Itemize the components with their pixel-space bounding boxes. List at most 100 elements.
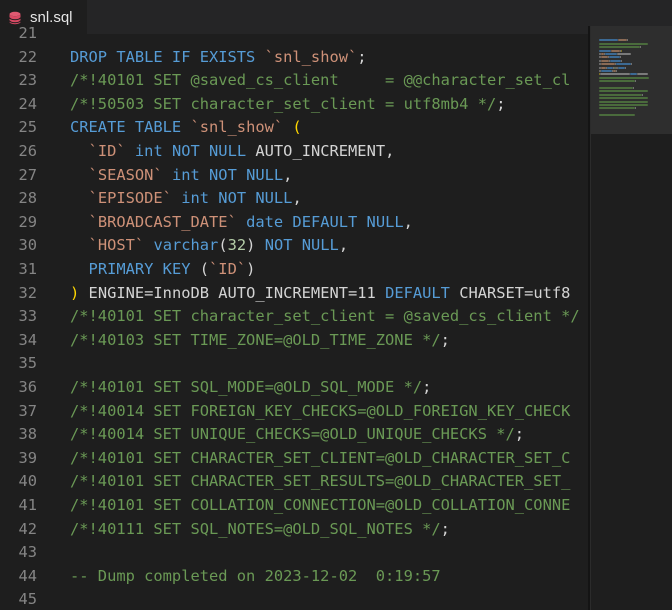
code-line[interactable]: 29 `BROADCAST_DATE` date DEFAULT NULL, <box>0 211 588 235</box>
code-line[interactable]: 38 /*!40014 SET UNIQUE_CHECKS=@OLD_UNIQUE… <box>0 423 588 447</box>
minimap-token <box>642 93 644 96</box>
line-number: 45 <box>18 590 37 609</box>
code-line[interactable]: 27 `SEASON` int NOT NULL, <box>0 164 588 188</box>
code-line[interactable]: 37 /*!40014 SET FOREIGN_KEY_CHECKS=@OLD_F… <box>0 400 588 424</box>
code-token: `ID` <box>209 260 247 278</box>
line-number: 22 <box>18 47 37 66</box>
code-token: int NOT NULL <box>134 142 256 160</box>
code-text: /*!40101 SET CHARACTER_SET_RESULTS=@OLD_… <box>70 470 570 494</box>
code-line[interactable]: 36 /*!40101 SET SQL_MODE=@OLD_SQL_MODE */… <box>0 376 588 400</box>
code-line[interactable]: 40 /*!40101 SET CHARACTER_SET_RESULTS=@OL… <box>0 470 588 494</box>
code-token: ; <box>440 330 450 349</box>
code-token: int NOT NULL <box>171 165 284 184</box>
code-token: ) <box>246 236 265 255</box>
code-line[interactable]: 26 `ID` int NOT NULL AUTO_INCREMENT, <box>0 140 588 164</box>
code-token: ) <box>70 283 80 302</box>
code-token: ( <box>292 118 302 137</box>
code-line[interactable]: 22 DROP TABLE IF EXISTS `snl_show`; <box>0 46 588 70</box>
code-text: /*!40101 SET @saved_cs_client = @@charac… <box>70 69 570 93</box>
line-number: 38 <box>18 425 37 444</box>
code-line[interactable]: 42 /*!40111 SET SQL_NOTES=@OLD_SQL_NOTES … <box>0 518 588 542</box>
code-token: ( <box>199 260 210 278</box>
line-number: 31 <box>18 260 37 278</box>
code-token: /*!40101 SET CHARACTER_SET_RESULTS=@OLD_… <box>70 472 571 491</box>
minimap-token <box>599 49 611 52</box>
code-line[interactable]: 31 PRIMARY KEY (`ID`) <box>0 258 588 282</box>
code-text: /*!40103 SET TIME_ZONE=@OLD_TIME_ZONE */… <box>70 329 450 353</box>
line-number: 28 <box>18 189 37 208</box>
code-token: `SEASON` <box>88 165 163 184</box>
code-token: /*!50503 SET character_set_client = utf8… <box>70 94 497 113</box>
code-line[interactable]: 35 <box>0 352 588 376</box>
minimap-token <box>599 104 648 106</box>
code-token: DROP TABLE IF EXISTS <box>70 47 265 66</box>
minimap-token <box>600 59 609 62</box>
code-token: int NOT NULL <box>181 189 293 208</box>
code-editor[interactable]: 21 22 DROP TABLE IF EXISTS `snl_show`; 23 /*… <box>0 26 588 610</box>
line-number: 41 <box>18 496 37 514</box>
code-text: DROP TABLE IF EXISTS `snl_show`; <box>70 46 367 70</box>
minimap[interactable] <box>590 26 672 610</box>
minimap-token <box>599 87 634 89</box>
code-line[interactable]: 33 /*!40101 SET character_set_client = @s… <box>0 305 588 329</box>
code-text: /*!40101 SET character_set_client = @sav… <box>70 305 580 329</box>
line-number: 26 <box>18 142 37 160</box>
code-token: date DEFAULT NULL <box>246 212 404 231</box>
code-token: `snl_show` <box>190 118 284 137</box>
tab-label: snl.sql <box>30 9 73 26</box>
code-line[interactable]: 45 <box>0 588 588 610</box>
line-number: 29 <box>18 212 37 231</box>
code-token: /*!40014 SET UNIQUE_CHECKS=@OLD_UNIQUE_C… <box>70 425 515 444</box>
minimap-token <box>599 100 648 103</box>
code-token: ; <box>422 378 432 396</box>
minimap-token <box>625 66 626 69</box>
database-icon <box>9 11 21 24</box>
code-token: ; <box>357 47 367 66</box>
minimap-token <box>620 49 622 52</box>
minimap-token <box>633 87 635 89</box>
minimap-token <box>599 93 643 96</box>
minimap-token <box>609 59 621 62</box>
code-text: /*!40014 SET UNIQUE_CHECKS=@OLD_UNIQUE_C… <box>70 423 524 447</box>
line-number: 34 <box>18 330 37 349</box>
code-line[interactable]: 24 /*!50503 SET character_set_client = ut… <box>0 93 588 117</box>
code-token: NOT NULL <box>264 236 339 255</box>
code-line[interactable]: 39 /*!40101 SET CHARACTER_SET_CLIENT=@OLD… <box>0 447 588 471</box>
code-text: ) ENGINE=InnoDB AUTO_INCREMENT=11 DEFAUL… <box>70 282 570 306</box>
code-line[interactable]: 23 /*!40101 SET @saved_cs_client = @@char… <box>0 69 588 93</box>
line-number: 44 <box>18 566 37 585</box>
line-number: 36 <box>18 378 37 396</box>
code-token: /*!40111 SET SQL_NOTES=@OLD_SQL_NOTES */ <box>70 519 441 538</box>
code-text: -- Dump completed on 2023-12-02 0:19:57 <box>70 565 441 589</box>
code-text: /*!50503 SET character_set_client = utf8… <box>70 93 506 117</box>
code-line[interactable]: 43 <box>0 541 588 565</box>
code-text: /*!40014 SET FOREIGN_KEY_CHECKS=@OLD_FOR… <box>70 400 570 424</box>
code-token: 32 <box>227 236 247 255</box>
code-line[interactable]: 32) ENGINE=InnoDB AUTO_INCREMENT=11 DEFA… <box>0 282 588 306</box>
line-number: 42 <box>18 519 37 538</box>
code-token: `snl_show` <box>264 47 358 66</box>
code-line[interactable]: 41 /*!40101 SET COLLATION_CONNECTION=@OLD… <box>0 494 588 518</box>
code-line[interactable]: 44 -- Dump completed on 2023-12-02 0:19:5… <box>0 565 588 589</box>
code-token: , <box>283 165 293 184</box>
code-line[interactable]: 25 CREATE TABLE `snl_show` ( <box>0 116 588 140</box>
minimap-token <box>600 63 616 66</box>
minimap-token <box>616 70 617 72</box>
code-token: varchar <box>153 236 219 255</box>
minimap-token <box>635 80 636 83</box>
code-text: `SEASON` int NOT NULL, <box>70 164 293 188</box>
code-line[interactable]: 34 /*!40103 SET TIME_ZONE=@OLD_TIME_ZONE … <box>0 329 588 353</box>
minimap-token <box>617 53 631 55</box>
code-token: ; <box>496 94 506 113</box>
code-token: /*!40101 SET COLLATION_CONNECTION=@OLD_C… <box>70 496 571 514</box>
code-line[interactable]: 30 `HOST` varchar(32) NOT NULL, <box>0 234 588 258</box>
code-line[interactable]: 28 `EPISODE` int NOT NULL, <box>0 187 588 211</box>
line-number: 40 <box>18 472 37 491</box>
line-number: 27 <box>18 165 37 184</box>
minimap-token <box>599 76 649 79</box>
code-line[interactable]: 21 <box>0 26 588 46</box>
